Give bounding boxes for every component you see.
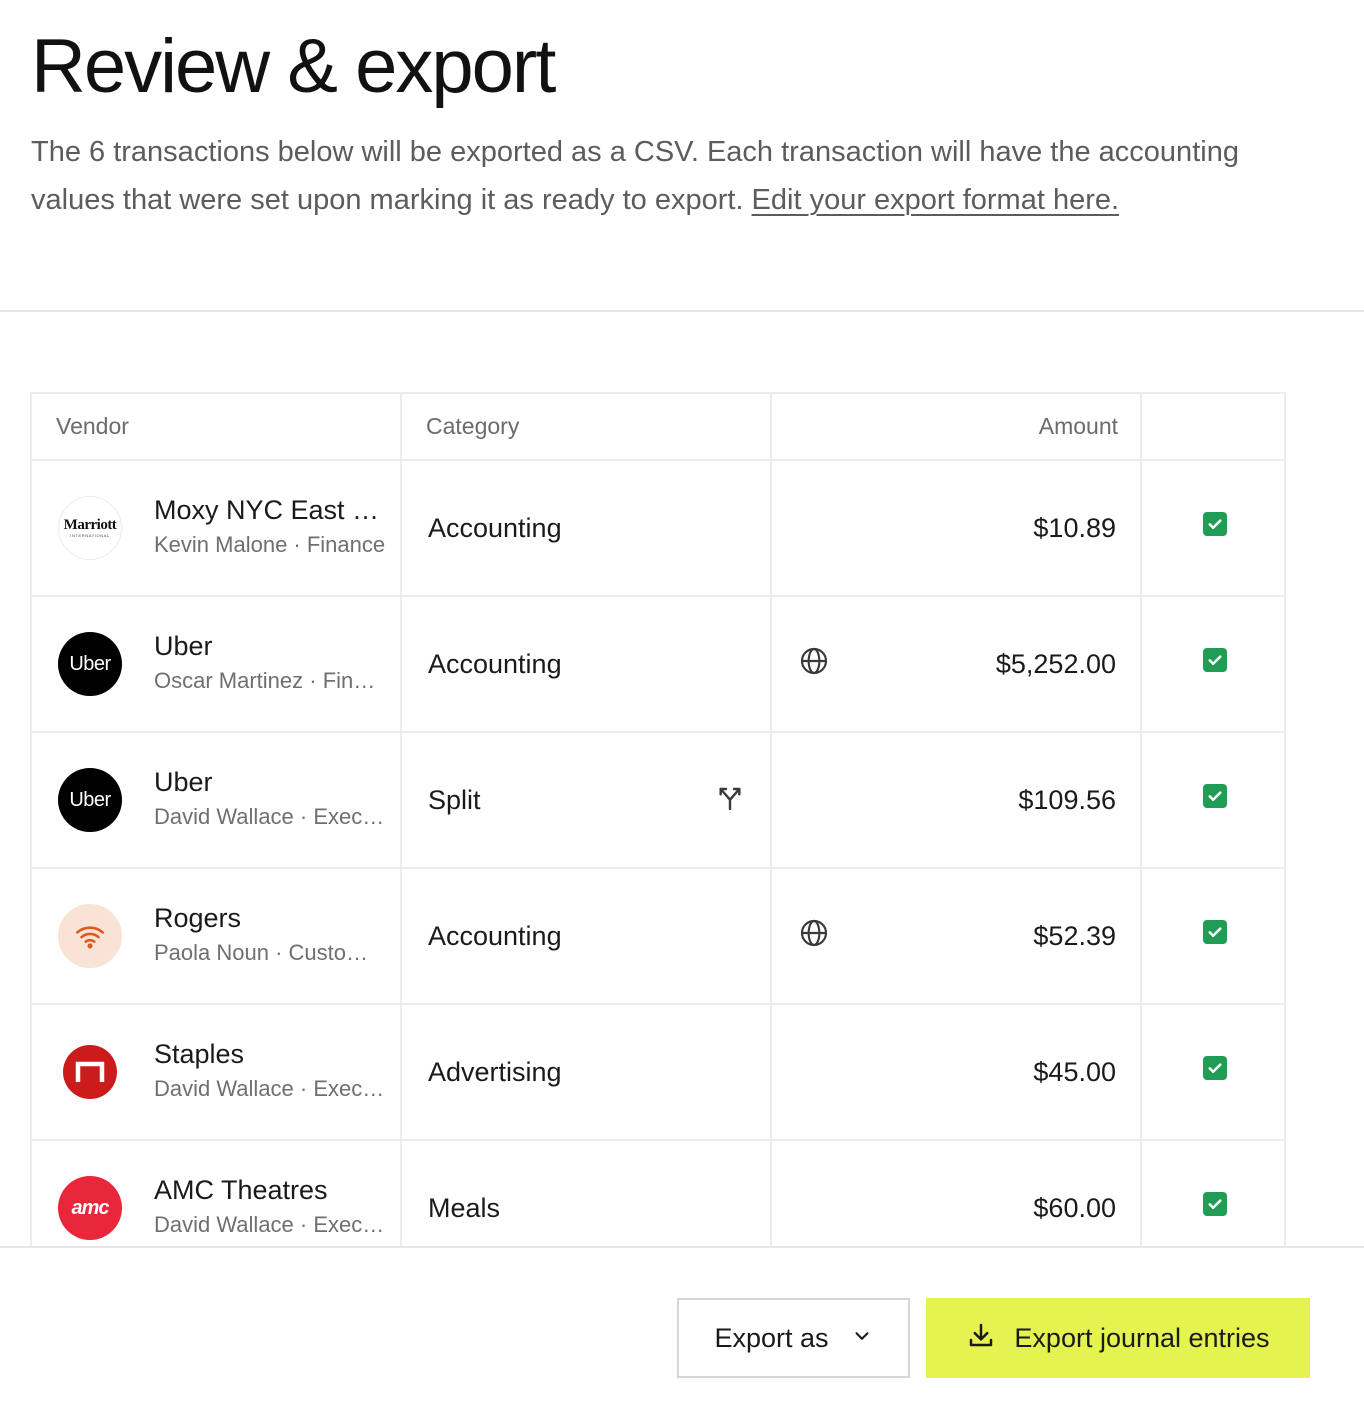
ready-to-export-checkbox[interactable] xyxy=(1203,784,1227,808)
uber-logo: Uber xyxy=(58,632,122,696)
amount-value: $10.89 xyxy=(1033,512,1116,543)
vendor-name: Rogers xyxy=(154,903,242,933)
export-as-label: Export as xyxy=(714,1322,829,1353)
globe-icon[interactable] xyxy=(798,917,830,956)
ready-to-export-checkbox[interactable] xyxy=(1203,512,1227,536)
category-label: Advertising xyxy=(428,1056,562,1087)
page-description: The 6 transactions below will be exporte… xyxy=(31,128,1261,224)
vendor-subtitle: David Wallace · Executive xyxy=(154,1076,386,1101)
amount-cell: $45.00 xyxy=(770,1003,1142,1141)
ready-to-export-checkbox[interactable] xyxy=(1203,648,1227,672)
table-row[interactable]: MarriottINTERNATIONAL Moxy NYC East Villa… xyxy=(32,459,1284,597)
ready-cell xyxy=(1140,459,1284,597)
amount-cell: $52.39 xyxy=(770,867,1142,1005)
ready-cell xyxy=(1140,731,1284,869)
amount-cell: $60.00 xyxy=(770,1139,1142,1247)
footer-bar: Export as Export journal entries xyxy=(0,1246,1364,1414)
ready-to-export-checkbox[interactable] xyxy=(1203,1056,1227,1080)
ready-cell xyxy=(1140,1003,1284,1141)
category-label: Meals xyxy=(428,1192,501,1223)
ready-to-export-checkbox[interactable] xyxy=(1203,1192,1227,1216)
ready-cell xyxy=(1140,595,1284,733)
vendor-cell[interactable]: amc AMC Theatres David Wallace · Executive xyxy=(32,1139,402,1247)
amount-cell: $5,252.00 xyxy=(770,595,1142,733)
vendor-subtitle: Paola Noun · Customer Success xyxy=(154,940,386,965)
vendor-cell[interactable]: Uber Uber David Wallace · Executive xyxy=(32,731,402,869)
amount-value: $60.00 xyxy=(1033,1192,1116,1223)
vendor-cell[interactable]: MarriottINTERNATIONAL Moxy NYC East Villa… xyxy=(32,459,402,597)
column-header-vendor[interactable]: Vendor xyxy=(32,394,402,461)
globe-icon[interactable] xyxy=(798,645,830,684)
staples-logo xyxy=(58,1040,122,1104)
ready-cell xyxy=(1140,867,1284,1005)
amc-logo: amc xyxy=(58,1176,122,1240)
table-header-row: Vendor Category Amount xyxy=(32,394,1284,461)
page-header: Review & export The 6 transactions below… xyxy=(0,0,1364,312)
export-journal-entries-label: Export journal entries xyxy=(1014,1322,1270,1353)
page-title: Review & export xyxy=(31,24,556,109)
category-cell[interactable]: Advertising xyxy=(400,1003,772,1141)
table-row[interactable]: Rogers Paola Noun · Customer Success Accou… xyxy=(32,867,1284,1005)
vendor-subtitle: David Wallace · Executive xyxy=(154,804,386,829)
vendor-subtitle: David Wallace · Executive xyxy=(154,1212,386,1237)
chevron-down-icon xyxy=(851,1323,873,1354)
category-cell[interactable]: Split xyxy=(400,731,772,869)
category-cell[interactable]: Meals xyxy=(400,1139,772,1247)
table-row[interactable]: amc AMC Theatres David Wallace · Executive… xyxy=(32,1139,1284,1247)
vendor-subtitle: Oscar Martinez · Finance xyxy=(154,668,386,693)
vendor-cell[interactable]: Rogers Paola Noun · Customer Success xyxy=(32,867,402,1005)
transactions-table: Vendor Category Amount Marriott INTERNATI… xyxy=(30,392,1286,1247)
export-as-dropdown[interactable]: Export as xyxy=(677,1298,910,1378)
table-row[interactable]: Uber Uber Oscar Martinez · Finance Accounti… xyxy=(32,595,1284,733)
amount-value: $52.39 xyxy=(1033,920,1116,951)
rogers-logo xyxy=(58,904,122,968)
vendor-name: Uber xyxy=(154,631,213,661)
vendor-name: Moxy NYC East Village xyxy=(154,495,386,525)
vendor-name: AMC Theatres xyxy=(154,1175,328,1205)
column-header-ready xyxy=(1140,394,1284,461)
split-icon[interactable] xyxy=(714,781,746,820)
ready-cell xyxy=(1140,1139,1284,1247)
amount-cell: $10.89 xyxy=(770,459,1142,597)
vendor-name: Staples xyxy=(154,1039,245,1069)
column-header-amount[interactable]: Amount xyxy=(770,394,1142,461)
category-label: Accounting xyxy=(428,920,562,951)
vendor-name: Uber xyxy=(154,767,213,797)
download-icon xyxy=(966,1320,996,1357)
uber-logo: Uber xyxy=(58,768,122,832)
category-cell[interactable]: Accounting xyxy=(400,867,772,1005)
category-label: Accounting xyxy=(428,512,562,543)
marriott-logo: Marriott INTERNATIONAL xyxy=(58,496,122,560)
category-label: Split xyxy=(428,784,481,815)
amount-value: $5,252.00 xyxy=(995,648,1116,679)
table-row[interactable]: Uber Uber David Wallace · Executive Split $1… xyxy=(32,731,1284,869)
category-label: Accounting xyxy=(428,648,562,679)
category-cell[interactable]: Accounting xyxy=(400,595,772,733)
vendor-cell[interactable]: Staples David Wallace · Executive xyxy=(32,1003,402,1141)
column-header-category[interactable]: Category xyxy=(400,394,772,461)
category-cell[interactable]: Accounting xyxy=(400,459,772,597)
vendor-cell[interactable]: Uber Uber Oscar Martinez · Finance xyxy=(32,595,402,733)
export-journal-entries-button[interactable]: Export journal entries xyxy=(926,1298,1310,1378)
amount-value: $109.56 xyxy=(1018,784,1116,815)
ready-to-export-checkbox[interactable] xyxy=(1203,920,1227,944)
vendor-subtitle: Kevin Malone · Finance xyxy=(154,532,386,557)
amount-value: $45.00 xyxy=(1033,1056,1116,1087)
table-row[interactable]: Staples David Wallace · Executive Advertis… xyxy=(32,1003,1284,1141)
edit-export-format-link[interactable]: Edit your export format here. xyxy=(752,184,1120,216)
amount-cell: $109.56 xyxy=(770,731,1142,869)
